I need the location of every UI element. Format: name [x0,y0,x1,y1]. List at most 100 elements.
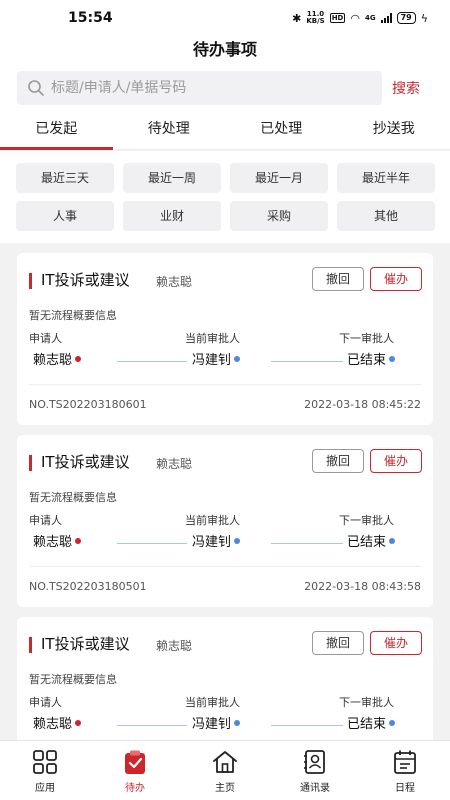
next-approver-label: 下一审批人 [339,696,394,709]
card-accent-bar [29,273,32,289]
card-applicant-name: 赖志聪 [156,639,193,653]
search-box[interactable] [17,71,382,105]
filter-panel: 最近三天 最近一周 最近一月 最近半年 人事 业财 采购 其他 [0,151,450,243]
nav-schedule[interactable]: 日程 [360,741,450,800]
filter-finance[interactable]: 业财 [123,201,221,231]
filter-hr[interactable]: 人事 [16,201,114,231]
network-speed-unit: KB/S [306,17,325,25]
card-title: IT投诉或建议 [41,635,130,653]
bluetooth-icon: ✱ [292,11,302,25]
filter-last-week[interactable]: 最近一周 [123,163,221,193]
card-summary: 暂无流程概要信息 [29,309,117,322]
page-title: 待办事项 [192,40,257,59]
nav-home[interactable]: 主页 [180,741,270,800]
filter-last-three-days[interactable]: 最近三天 [16,163,114,193]
contacts-icon [304,750,325,774]
nav-contacts[interactable]: 通讯录 [270,741,360,800]
next-approver-value: 已结束 [347,717,387,732]
card-accent-bar [29,637,32,653]
card-applicant-name: 赖志聪 [156,457,193,471]
withdraw-button[interactable]: 撤回 [312,267,364,291]
status-time: 15:54 [68,10,113,26]
card-summary: 暂无流程概要信息 [29,673,117,686]
status-icons: ✱ 11.0 KB/S HD ◠ 4G 79 ϟ [292,11,428,25]
filter-last-half-year[interactable]: 最近半年 [337,163,435,193]
card-timestamp: 2022-03-18 08:45:22 [304,398,421,411]
filter-last-month[interactable]: 最近一月 [230,163,328,193]
nav-label: 待办 [125,783,145,794]
status-dot [234,537,241,544]
tab-pending[interactable]: 待处理 [113,110,226,149]
current-approver-value: 冯建钊 [192,535,232,550]
status-dot [75,537,82,544]
search-row: 搜索 [0,66,450,110]
urge-button[interactable]: 催办 [370,267,422,291]
flow-connector [117,361,187,362]
charging-icon: ϟ [420,11,428,25]
card-applicant-name: 赖志聪 [156,275,193,289]
flow-connector [271,725,343,726]
status-dot [75,355,82,362]
nav-label: 应用 [35,783,55,794]
flow-connector [117,543,187,544]
nav-label: 主页 [215,783,235,794]
status-dot [389,355,396,362]
status-dot [234,355,241,362]
current-approver-label: 当前审批人 [185,332,240,345]
filter-other[interactable]: 其他 [337,201,435,231]
applicant-value: 赖志聪 [33,353,73,368]
network-type: 4G [364,14,376,22]
card-divider [29,384,421,385]
current-approver-label: 当前审批人 [185,696,240,709]
search-button[interactable]: 搜索 [392,78,420,98]
flow-connector [271,543,343,544]
card-title: IT投诉或建议 [41,453,130,471]
header: 待办事项 [0,36,450,66]
status-bar: 15:54 ✱ 11.0 KB/S HD ◠ 4G 79 ϟ [0,0,450,36]
tab-cc-me[interactable]: 抄送我 [338,110,450,149]
nav-label: 通讯录 [300,783,330,794]
next-approver-value: 已结束 [347,353,387,368]
withdraw-button[interactable]: 撤回 [312,631,364,655]
status-dot [234,719,241,726]
grid-icon [33,750,57,774]
nav-apps[interactable]: 应用 [0,741,90,800]
next-approver-label: 下一审批人 [339,514,394,527]
task-card[interactable]: IT投诉或建议 赖志聪 撤回 催办 暂无流程概要信息 申请人 当前审批人 下一审… [17,253,433,425]
tab-initiated[interactable]: 已发起 [0,110,113,150]
applicant-label: 申请人 [29,332,62,345]
card-accent-bar [29,455,32,471]
calendar-icon [394,750,416,774]
current-approver-value: 冯建钊 [192,353,232,368]
card-title: IT投诉或建议 [41,271,130,289]
task-card[interactable]: IT投诉或建议 赖志聪 撤回 催办 暂无流程概要信息 申请人 当前审批人 下一审… [17,617,433,740]
next-approver-value: 已结束 [347,535,387,550]
filter-procurement[interactable]: 采购 [230,201,328,231]
urge-button[interactable]: 催办 [370,449,422,473]
task-list: IT投诉或建议 赖志聪 撤回 催办 暂无流程概要信息 申请人 当前审批人 下一审… [0,243,450,740]
urge-button[interactable]: 催办 [370,631,422,655]
applicant-value: 赖志聪 [33,717,73,732]
bottom-nav: 应用 待办 主页 通讯录 日程 [0,740,450,800]
next-approver-label: 下一审批人 [339,332,394,345]
search-input[interactable] [51,80,371,96]
hd-badge: HD [329,13,346,23]
withdraw-button[interactable]: 撤回 [312,449,364,473]
current-approver-label: 当前审批人 [185,514,240,527]
card-document-number: NO.TS202203180501 [29,580,147,593]
status-dot [75,719,82,726]
current-approver-value: 冯建钊 [192,717,232,732]
flow-connector [271,361,343,362]
card-document-number: NO.TS202203180601 [29,398,147,411]
search-icon [28,80,44,96]
nav-label: 日程 [395,783,415,794]
task-card[interactable]: IT投诉或建议 赖志聪 撤回 催办 暂无流程概要信息 申请人 当前审批人 下一审… [17,435,433,607]
applicant-label: 申请人 [29,514,62,527]
applicant-label: 申请人 [29,696,62,709]
battery-icon: 79 [396,12,416,24]
home-icon [213,751,237,773]
status-dot [389,719,396,726]
card-timestamp: 2022-03-18 08:43:58 [304,580,421,593]
tab-processed[interactable]: 已处理 [225,110,338,149]
nav-todo[interactable]: 待办 [90,741,180,800]
